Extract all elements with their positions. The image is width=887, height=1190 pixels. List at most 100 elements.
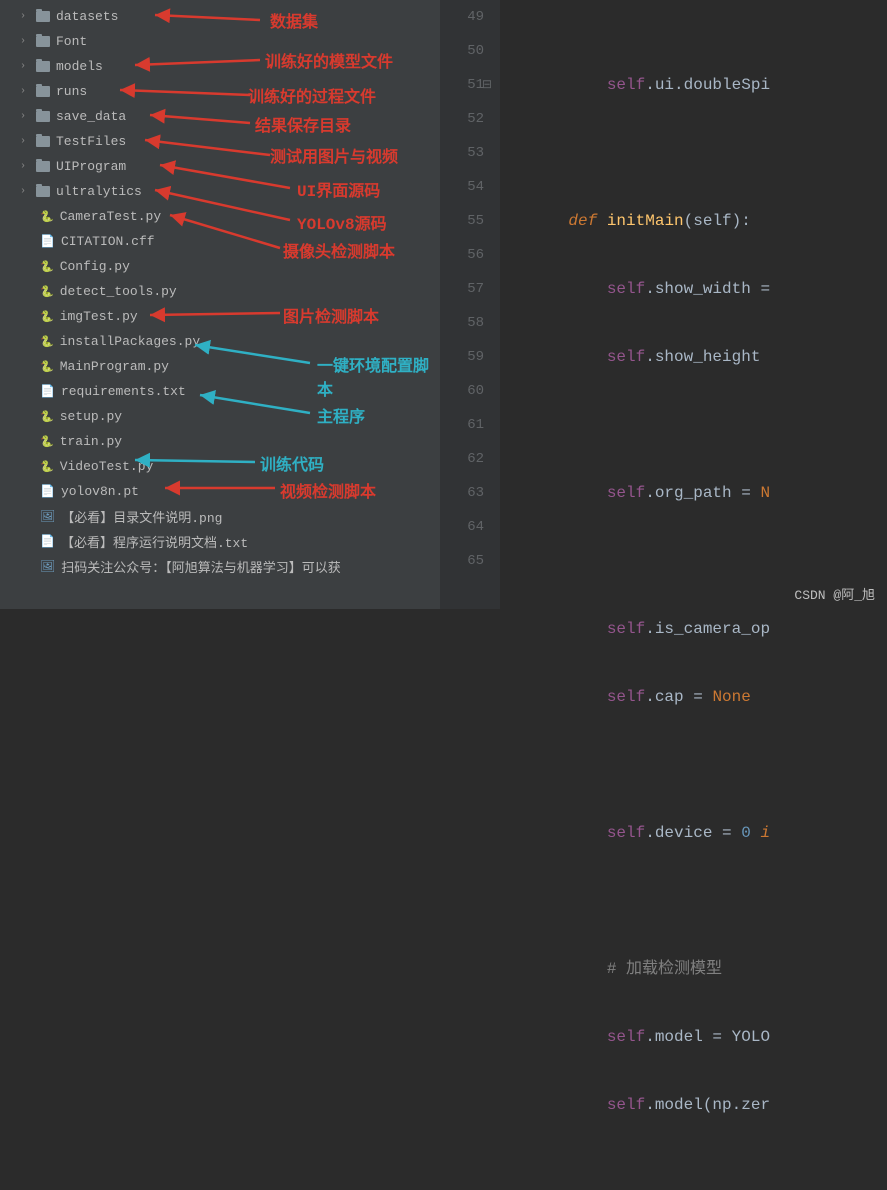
python-icon: 🐍 — [40, 210, 54, 224]
file-label: detect_tools.py — [60, 284, 177, 299]
file-config[interactable]: 🐍 Config.py — [0, 254, 440, 279]
chevron-right-icon: › — [20, 61, 32, 72]
folder-label: datasets — [56, 9, 118, 24]
folder-uiprogram[interactable]: › UIProgram — [0, 154, 440, 179]
line-number: 62 — [440, 442, 484, 476]
python-icon: 🐍 — [40, 460, 54, 474]
file-citation[interactable]: 📄 CITATION.cff — [0, 229, 440, 254]
python-icon: 🐍 — [40, 310, 54, 324]
file-label: VideoTest.py — [60, 459, 154, 474]
file-train[interactable]: 🐍 train.py — [0, 429, 440, 454]
python-icon: 🐍 — [40, 335, 54, 349]
file-label: yolov8n.pt — [61, 484, 139, 499]
code-area[interactable]: ⊟ self.ui.doubleSpi def initMain(self): … — [500, 0, 887, 609]
file-imgtest[interactable]: 🐍 imgTest.py — [0, 304, 440, 329]
line-number: 55 — [440, 204, 484, 238]
fold-icon[interactable]: ⊟ — [482, 68, 492, 102]
line-number: 64 — [440, 510, 484, 544]
file-label: 扫码关注公众号：【阿旭算法与机器学习】可以获 — [61, 557, 341, 576]
code-editor[interactable]: 49 50 51 52 53 54 55 56 57 58 59 60 61 6… — [440, 0, 887, 609]
python-icon: 🐍 — [40, 285, 54, 299]
python-icon: 🐍 — [40, 260, 54, 274]
file-installpackages[interactable]: 🐍 installPackages.py — [0, 329, 440, 354]
code-line: # 加载检测模型 — [530, 952, 887, 986]
chevron-right-icon: › — [20, 186, 32, 197]
chevron-right-icon: › — [20, 161, 32, 172]
line-number: 63 — [440, 476, 484, 510]
folder-runs[interactable]: › runs — [0, 79, 440, 104]
code-line: self.ui.doubleSpi — [530, 68, 887, 102]
code-line: self.device = 0 i — [530, 816, 887, 850]
line-number: 53 — [440, 136, 484, 170]
folder-testfiles[interactable]: › TestFiles — [0, 129, 440, 154]
line-number: 49 — [440, 0, 484, 34]
folder-font[interactable]: › Font — [0, 29, 440, 54]
file-detect-tools[interactable]: 🐍 detect_tools.py — [0, 279, 440, 304]
file-label: MainProgram.py — [60, 359, 169, 374]
folder-ultralytics[interactable]: › ultralytics — [0, 179, 440, 204]
line-number: 59 — [440, 340, 484, 374]
folder-icon — [36, 11, 50, 22]
folder-label: UIProgram — [56, 159, 126, 174]
python-icon: 🐍 — [40, 360, 54, 374]
file-label: CITATION.cff — [61, 234, 155, 249]
folder-icon — [36, 36, 50, 47]
line-number: 65 — [440, 544, 484, 578]
file-label: imgTest.py — [60, 309, 138, 324]
folder-datasets[interactable]: › datasets — [0, 4, 440, 29]
file-label: CameraTest.py — [60, 209, 161, 224]
folder-save-data[interactable]: › save_data — [0, 104, 440, 129]
line-number: 54 — [440, 170, 484, 204]
folder-icon — [36, 136, 50, 147]
code-line: self.model = YOLO — [530, 1020, 887, 1054]
file-label: Config.py — [60, 259, 130, 274]
folder-icon — [36, 61, 50, 72]
code-line: self.cap = None — [530, 680, 887, 714]
chevron-right-icon: › — [20, 11, 32, 22]
line-number: 61 — [440, 408, 484, 442]
line-number: 50 — [440, 34, 484, 68]
chevron-right-icon: › — [20, 136, 32, 147]
file-videotest[interactable]: 🐍 VideoTest.py — [0, 454, 440, 479]
file-setup[interactable]: 🐍setup.py — [0, 404, 440, 429]
chevron-right-icon: › — [20, 111, 32, 122]
line-number: 58 — [440, 306, 484, 340]
image-icon: 🖼 — [40, 559, 55, 574]
code-line: self.show_height — [530, 340, 887, 374]
file-label: requirements.txt — [61, 384, 186, 399]
file-label: setup.py — [60, 409, 122, 424]
line-number: 51 — [440, 68, 484, 102]
file-label: installPackages.py — [60, 334, 200, 349]
file-cameratest[interactable]: 🐍 CameraTest.py — [0, 204, 440, 229]
folder-icon — [36, 86, 50, 97]
chevron-right-icon: › — [20, 36, 32, 47]
code-line: self.model(np.zer — [530, 1088, 887, 1122]
folder-icon — [36, 161, 50, 172]
file-readme-txt[interactable]: 📄【必看】程序运行说明文档.txt — [0, 529, 440, 554]
folder-label: models — [56, 59, 103, 74]
python-icon: 🐍 — [40, 435, 54, 449]
line-number: 57 — [440, 272, 484, 306]
folder-icon — [36, 186, 50, 197]
folder-label: TestFiles — [56, 134, 126, 149]
file-yolov8n[interactable]: 📄 yolov8n.pt — [0, 479, 440, 504]
line-number: 56 — [440, 238, 484, 272]
file-readme-png[interactable]: 🖼【必看】目录文件说明.png — [0, 504, 440, 529]
folder-label: Font — [56, 34, 87, 49]
folder-models[interactable]: › models — [0, 54, 440, 79]
project-tree[interactable]: › datasets › Font › models › runs › save… — [0, 0, 440, 609]
file-mainprogram[interactable]: 🐍 MainProgram.py — [0, 354, 440, 379]
file-label: 【必看】程序运行说明文档.txt — [61, 532, 248, 551]
folder-label: runs — [56, 84, 87, 99]
text-file-icon: 📄 — [40, 384, 55, 399]
code-line: self.is_camera_op — [530, 612, 887, 646]
watermark: CSDN @阿_旭 — [794, 584, 875, 603]
line-number: 60 — [440, 374, 484, 408]
file-label: train.py — [60, 434, 122, 449]
file-qr[interactable]: 🖼 扫码关注公众号：【阿旭算法与机器学习】可以获 — [0, 554, 440, 579]
file-icon: 📄 — [40, 484, 55, 499]
file-requirements[interactable]: 📄 requirements.txt — [0, 379, 440, 404]
folder-label: ultralytics — [56, 184, 142, 199]
folder-icon — [36, 111, 50, 122]
file-icon: 📄 — [40, 234, 55, 249]
